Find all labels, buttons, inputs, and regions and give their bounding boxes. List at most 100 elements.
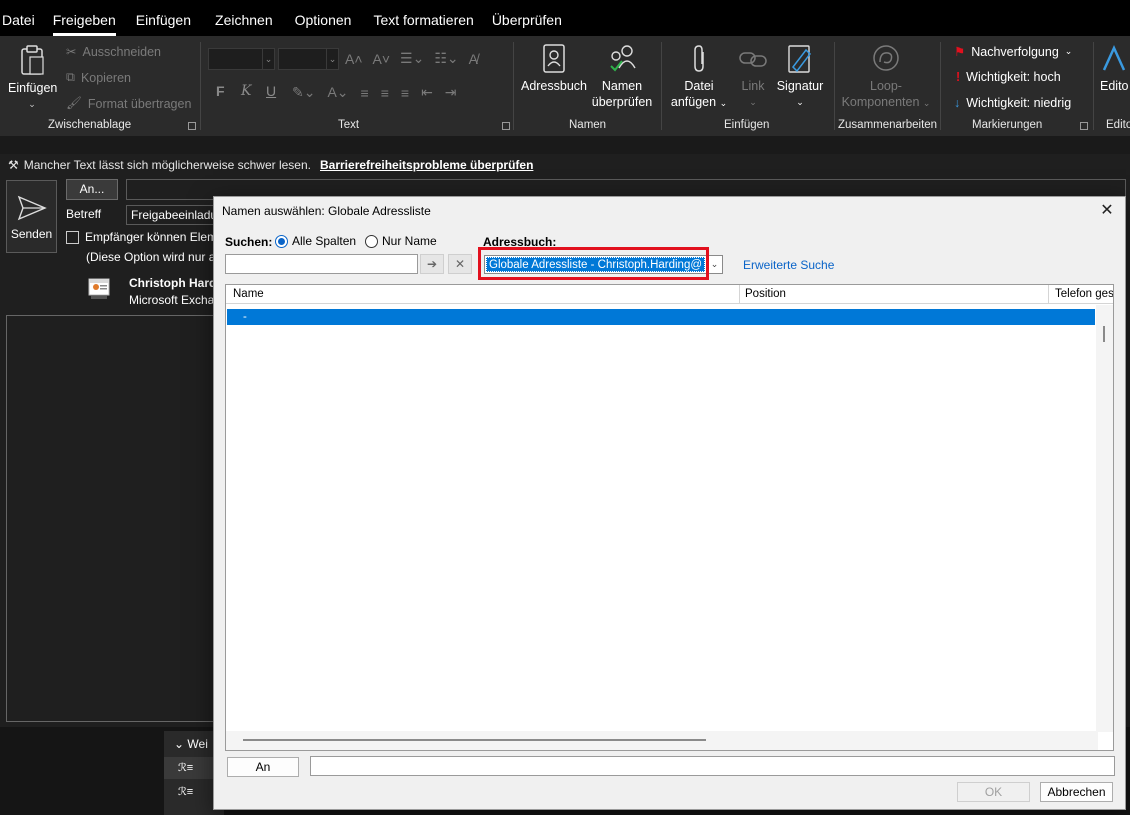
clipboard-launcher-icon[interactable] <box>188 122 196 130</box>
search-input[interactable] <box>225 254 418 274</box>
grow-font-icon[interactable]: A˄ <box>345 51 363 67</box>
chevron-down-icon: ⌄ <box>922 98 931 108</box>
clear-search-button[interactable]: ✕ <box>448 254 472 274</box>
ok-button[interactable]: OK <box>957 782 1030 802</box>
scroll-thumb[interactable] <box>243 739 706 741</box>
check-names-button[interactable]: Namen überprüfen <box>590 44 654 110</box>
close-icon: ✕ <box>454 257 466 271</box>
font-family-select[interactable]: ⌄ <box>208 48 275 70</box>
followup-button[interactable]: ⚑ Nachverfolgung ⌄ <box>954 44 1073 60</box>
permission-note: (Diese Option wird nur a <box>86 250 216 264</box>
ribbon-bottom-strip <box>0 136 1130 154</box>
column-separator[interactable] <box>1048 285 1049 304</box>
signature-button[interactable]: Signatur ⌄ <box>775 44 825 110</box>
font-size-select[interactable]: ⌄ <box>278 48 339 70</box>
importance-low-button[interactable]: ↓ Wichtigkeit: niedrig <box>954 96 1071 110</box>
vertical-scrollbar[interactable] <box>1096 305 1113 732</box>
column-name[interactable]: Name <box>233 288 264 300</box>
names-list[interactable]: Name Position Telefon ges - <box>225 284 1114 751</box>
chevron-down-icon: ⌄ <box>326 49 338 69</box>
chevron-down-icon[interactable]: ⌄ <box>706 256 722 273</box>
chevron-down-icon: ⌄ <box>1064 46 1073 56</box>
bold-button[interactable]: F <box>216 83 225 99</box>
add-to-button[interactable]: An <box>227 757 299 777</box>
column-separator[interactable] <box>739 285 740 304</box>
to-recipients-field[interactable] <box>310 756 1115 776</box>
people-panel-header: Wei <box>187 737 208 751</box>
menu-datei[interactable]: Datei <box>2 0 45 36</box>
outdent-icon[interactable]: ⇤ <box>421 84 433 101</box>
importance-low-label: Wichtigkeit: niedrig <box>966 96 1072 110</box>
link-button[interactable]: Link ⌄ <box>733 44 773 110</box>
address-book-button[interactable]: Adressbuch <box>520 44 588 94</box>
arrow-down-icon: ↓ <box>954 96 961 110</box>
editor-button[interactable]: Edito <box>1100 44 1130 94</box>
menu-text-formatieren[interactable]: Text formatieren <box>373 0 483 36</box>
text-launcher-icon[interactable] <box>502 122 510 130</box>
menu-zeichnen[interactable]: Zeichnen <box>215 0 283 36</box>
paste-button[interactable]: Einfügen ⌄ <box>8 44 57 112</box>
copy-button[interactable]: ⧉ Kopieren <box>66 70 131 85</box>
loop-label-1: Loop- <box>870 79 902 93</box>
attach-file-button[interactable]: Datei anfügen ⌄ <box>668 44 730 111</box>
close-icon[interactable]: ✕ <box>1097 201 1117 221</box>
horizontal-scrollbar[interactable] <box>226 731 1098 750</box>
radio-name-only[interactable]: Nur Name <box>365 234 437 248</box>
cut-button[interactable]: ✂ Ausschneiden <box>66 44 161 60</box>
font-color-icon[interactable]: A⌄ <box>327 84 348 101</box>
list-header: Name Position Telefon ges <box>226 285 1113 304</box>
search-label: Suchen: <box>225 235 273 249</box>
group-label-editor: Edito <box>1106 119 1130 131</box>
text-tools-row-2: ✎⌄ A⌄ ≡ ≡ ≡ ⇤ ⇥ <box>292 84 457 101</box>
chevron-down-icon: ⌄ <box>796 97 804 107</box>
numbering-icon[interactable]: ☷⌄ <box>434 50 458 67</box>
italic-button[interactable]: K <box>241 83 251 99</box>
chevron-down-icon[interactable]: ⌄ <box>174 737 184 751</box>
attach-label-1: Datei <box>684 79 714 93</box>
menu-ueberpruefen[interactable]: Überprüfen <box>492 0 572 36</box>
list-item[interactable]: - <box>227 309 1095 325</box>
clear-format-icon[interactable]: A̸ <box>469 51 478 67</box>
menu-einfuegen[interactable]: Einfügen <box>136 0 201 36</box>
format-painter-button[interactable]: 🖌 Format übertragen <box>66 96 191 111</box>
radio-name-label: Nur Name <box>382 234 437 248</box>
permission-label: Empfänger können Eleme <box>85 230 224 244</box>
accessibility-check-link[interactable]: Barrierefreiheitsprobleme überprüfen <box>320 158 533 172</box>
group-label-insert: Einfügen <box>724 119 770 131</box>
ribbon-separator <box>513 42 514 130</box>
sender-name: Christoph Hardi <box>129 276 220 290</box>
group-label-collaborate: Zusammenarbeiten <box>838 119 938 131</box>
tags-launcher-icon[interactable] <box>1080 122 1088 130</box>
scroll-thumb[interactable] <box>1103 326 1105 342</box>
shrink-font-icon[interactable]: A˅ <box>373 51 391 67</box>
bullets-icon[interactable]: ☰⌄ <box>400 50 424 67</box>
indent-icon[interactable]: ⇥ <box>445 84 457 101</box>
ribbon-separator <box>1093 42 1094 130</box>
align-center-icon[interactable]: ≡ <box>381 85 389 101</box>
menu-freigeben[interactable]: Freigeben <box>52 0 116 36</box>
highlight-icon[interactable]: ✎⌄ <box>292 84 315 101</box>
address-book-icon <box>543 44 565 73</box>
signature-label: Signatur <box>776 79 824 93</box>
column-position[interactable]: Position <box>745 288 786 300</box>
send-button[interactable]: Senden <box>6 180 57 253</box>
chevron-down-icon: ⌄ <box>262 49 274 69</box>
underline-button[interactable]: U <box>266 83 276 99</box>
cancel-button[interactable]: Abbrechen <box>1040 782 1113 802</box>
loop-components-button[interactable]: Loop- Komponenten ⌄ <box>840 44 932 111</box>
exclamation-icon: ! <box>956 70 961 84</box>
align-right-icon[interactable]: ≡ <box>401 85 409 101</box>
loop-label-2: Komponenten <box>841 95 920 109</box>
align-left-icon[interactable]: ≡ <box>361 85 369 101</box>
permission-checkbox[interactable] <box>66 230 79 244</box>
accessibility-bar: ⚒ Mancher Text lässt sich möglicherweise… <box>0 154 1130 176</box>
importance-high-button[interactable]: ! Wichtigkeit: hoch <box>956 70 1061 84</box>
to-button[interactable]: An... <box>66 179 118 200</box>
go-arrow-button[interactable]: ➔ <box>420 254 444 274</box>
permission-row: Empfänger können Eleme <box>66 230 224 244</box>
address-book-select[interactable]: Globale Adressliste - Christoph.Harding@… <box>484 255 723 274</box>
advanced-search-link[interactable]: Erweiterte Suche <box>743 258 834 272</box>
column-phone[interactable]: Telefon ges <box>1055 288 1113 300</box>
radio-all-columns[interactable]: Alle Spalten <box>275 234 356 248</box>
menu-optionen[interactable]: Optionen <box>295 0 362 36</box>
